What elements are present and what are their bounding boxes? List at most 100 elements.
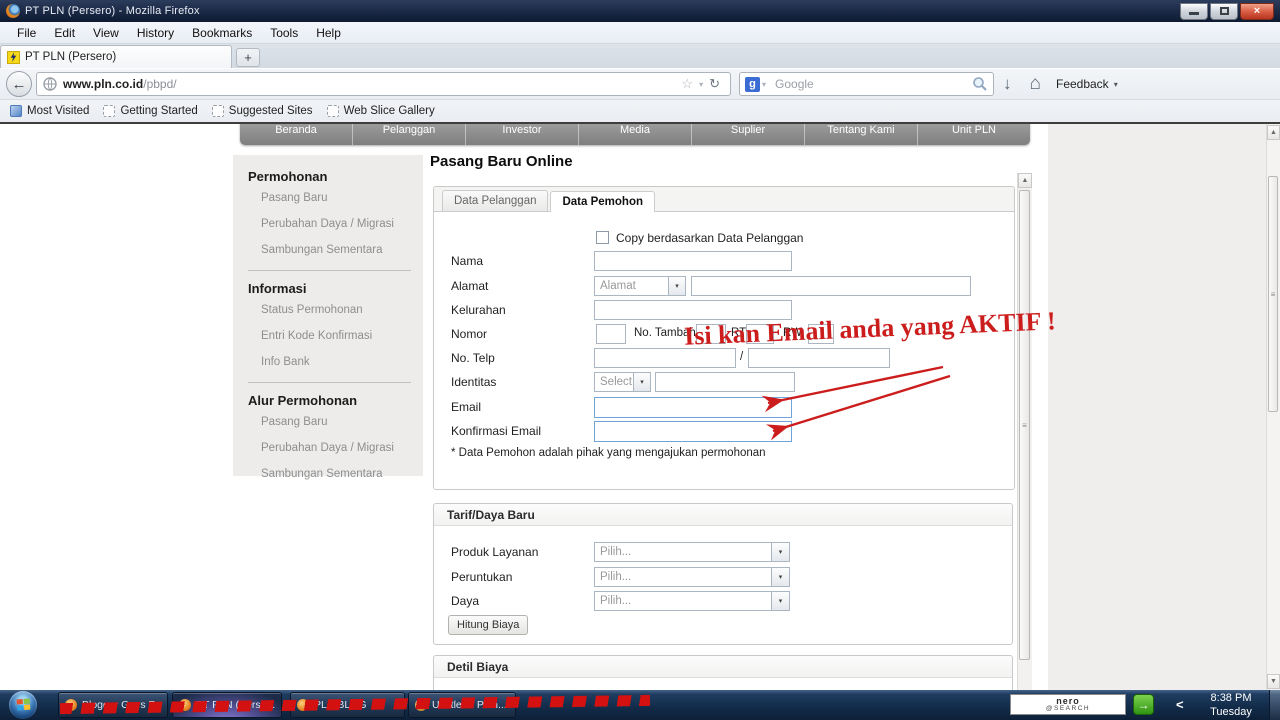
bookmark-suggested-sites[interactable]: Suggested Sites [208, 103, 321, 119]
nav-tentang-kami[interactable]: Tentang Kami [804, 124, 917, 145]
tab-data-pelanggan[interactable]: Data Pelanggan [442, 190, 549, 211]
chevron-down-icon: ▾ [668, 277, 685, 295]
nav-suplier[interactable]: Suplier [691, 124, 804, 145]
getting-started-icon [103, 105, 116, 117]
feedback-label: Feedback [1055, 77, 1109, 91]
browser-scrollbar[interactable]: ▲ ≡ ▼ [1266, 124, 1280, 690]
sidebar-item-entri-kode[interactable]: Entri Kode Konfirmasi [261, 330, 423, 342]
windows-logo-icon [16, 698, 30, 712]
nav-investor[interactable]: Investor [465, 124, 578, 145]
search-engine-caret-icon[interactable]: ▾ [760, 80, 768, 89]
nero-swirl-icon: @ [1045, 704, 1054, 712]
produk-layanan-select[interactable]: Pilih... ▾ [594, 542, 790, 562]
nav-beranda[interactable]: Beranda [240, 124, 352, 145]
bookmark-web-slice-gallery[interactable]: Web Slice Gallery [323, 103, 443, 119]
menu-tools[interactable]: Tools [261, 24, 307, 42]
site-navigation: Beranda Pelanggan Investor Media Suplier… [240, 124, 1030, 145]
email-label: Email [451, 400, 482, 414]
sidebar-item-perubahan-daya[interactable]: Perubahan Daya / Migrasi [261, 218, 423, 230]
alamat-select[interactable]: Alamat ▾ [594, 276, 686, 296]
telp-input-1[interactable] [594, 348, 736, 368]
sidebar-item-alur-perubahan-daya[interactable]: Perubahan Daya / Migrasi [261, 442, 423, 454]
menu-view[interactable]: View [84, 24, 128, 42]
nav-unit-pln[interactable]: Unit PLN [917, 124, 1030, 145]
url-bar[interactable]: www.pln.co.id/pbpd/ ☆ ▾ ↻ [36, 72, 731, 96]
nav-media[interactable]: Media [578, 124, 691, 145]
copy-checkbox[interactable] [596, 231, 609, 244]
sidebar-divider [248, 270, 411, 271]
scroll-up-icon[interactable]: ▲ [1267, 125, 1280, 140]
start-button[interactable] [9, 691, 37, 719]
identitas-input[interactable] [655, 372, 795, 392]
kelurahan-input[interactable] [594, 300, 792, 320]
nama-input[interactable] [594, 251, 792, 271]
identitas-select[interactable]: Select ▾ [594, 372, 651, 392]
sidebar-item-status-permohonan[interactable]: Status Permohonan [261, 304, 423, 316]
minimize-icon [1189, 12, 1199, 15]
menu-bookmarks[interactable]: Bookmarks [183, 24, 261, 42]
downloads-icon[interactable]: ↓ [994, 74, 1021, 94]
minimize-button[interactable] [1180, 2, 1208, 20]
close-button[interactable]: × [1240, 2, 1274, 20]
url-path: /pbpd/ [143, 77, 177, 91]
sidebar-item-sambungan-sementara[interactable]: Sambungan Sementara [261, 244, 423, 256]
bookmark-star-icon[interactable]: ☆ [677, 76, 697, 92]
telp-separator: / [740, 351, 744, 363]
tray-chevron-icon[interactable]: < [1176, 697, 1184, 712]
menu-file[interactable]: File [8, 24, 45, 42]
browser-tab-pln[interactable]: PT PLN (Persero) [0, 45, 232, 68]
nero-go-button[interactable]: → [1133, 694, 1154, 715]
tab-data-pemohon[interactable]: Data Pemohon [550, 191, 655, 212]
nomor-label: Nomor [451, 327, 488, 341]
back-button[interactable]: ← [6, 71, 32, 97]
navigation-toolbar: ← www.pln.co.id/pbpd/ ☆ ▾ ↻ g ▾ Google ↓… [0, 68, 1280, 100]
window-controls: × [1180, 2, 1276, 20]
suggested-sites-icon [211, 105, 224, 117]
page-viewport: Beranda Pelanggan Investor Media Suplier… [0, 124, 1280, 690]
konfirmasi-email-input[interactable] [594, 421, 792, 442]
nomor-input[interactable] [596, 324, 626, 344]
sidebar-item-alur-sambungan[interactable]: Sambungan Sementara [261, 468, 423, 480]
nero-search-input[interactable]: nero @SEARCH [1010, 694, 1126, 715]
feedback-button[interactable]: Feedback ▾ [1050, 77, 1124, 91]
menu-history[interactable]: History [128, 24, 183, 42]
telp-input-2[interactable] [748, 348, 890, 368]
sidebar-item-pasang-baru[interactable]: Pasang Baru [261, 192, 423, 204]
restore-button[interactable] [1210, 2, 1238, 20]
panel-scrollbar[interactable]: ▲ ≡ [1017, 173, 1032, 690]
sidebar-item-alur-pasang-baru[interactable]: Pasang Baru [261, 416, 423, 428]
bookmarks-bar: Most Visited Getting Started Suggested S… [0, 100, 1280, 124]
peruntukan-select[interactable]: Pilih... ▾ [594, 567, 790, 587]
window-titlebar[interactable]: PT PLN (Persero) - Mozilla Firefox × [0, 0, 1280, 22]
scroll-down-icon[interactable]: ▼ [1267, 674, 1280, 689]
chevron-down-icon: ▾ [771, 592, 789, 610]
hitung-biaya-button[interactable]: Hitung Biaya [448, 615, 529, 635]
taskbar-clock[interactable]: 8:38 PM Tuesday [1198, 692, 1264, 718]
clock-day: Tuesday [1210, 706, 1252, 718]
nav-pelanggan[interactable]: Pelanggan [352, 124, 465, 145]
search-box[interactable]: g ▾ Google [739, 72, 994, 96]
show-desktop-button[interactable] [1269, 690, 1280, 720]
sidebar-item-info-bank[interactable]: Info Bank [261, 356, 423, 368]
home-icon[interactable]: ⌂ [1021, 73, 1050, 95]
telp-label: No. Telp [451, 351, 495, 365]
alamat-label: Alamat [451, 279, 489, 293]
email-input[interactable] [594, 397, 792, 418]
panel-scrollbar-thumb[interactable]: ≡ [1019, 190, 1030, 660]
nama-label: Nama [451, 254, 484, 268]
bookmark-caret-icon[interactable]: ▾ [697, 80, 705, 89]
browser-scrollbar-thumb[interactable]: ≡ [1268, 176, 1278, 412]
menu-help[interactable]: Help [307, 24, 350, 42]
magnifier-icon[interactable] [972, 76, 988, 92]
reload-icon[interactable]: ↻ [705, 76, 724, 92]
restore-icon [1219, 7, 1229, 15]
detil-biaya-header: Detil Biaya [434, 656, 1012, 678]
menu-edit[interactable]: Edit [45, 24, 84, 42]
bookmark-most-visited[interactable]: Most Visited [6, 103, 97, 119]
alamat-input[interactable] [691, 276, 971, 296]
scroll-up-icon[interactable]: ▲ [1018, 173, 1032, 188]
new-tab-button[interactable]: + [236, 48, 260, 67]
bookmark-getting-started[interactable]: Getting Started [99, 103, 205, 119]
produk-layanan-label: Produk Layanan [451, 545, 539, 559]
daya-select[interactable]: Pilih... ▾ [594, 591, 790, 611]
